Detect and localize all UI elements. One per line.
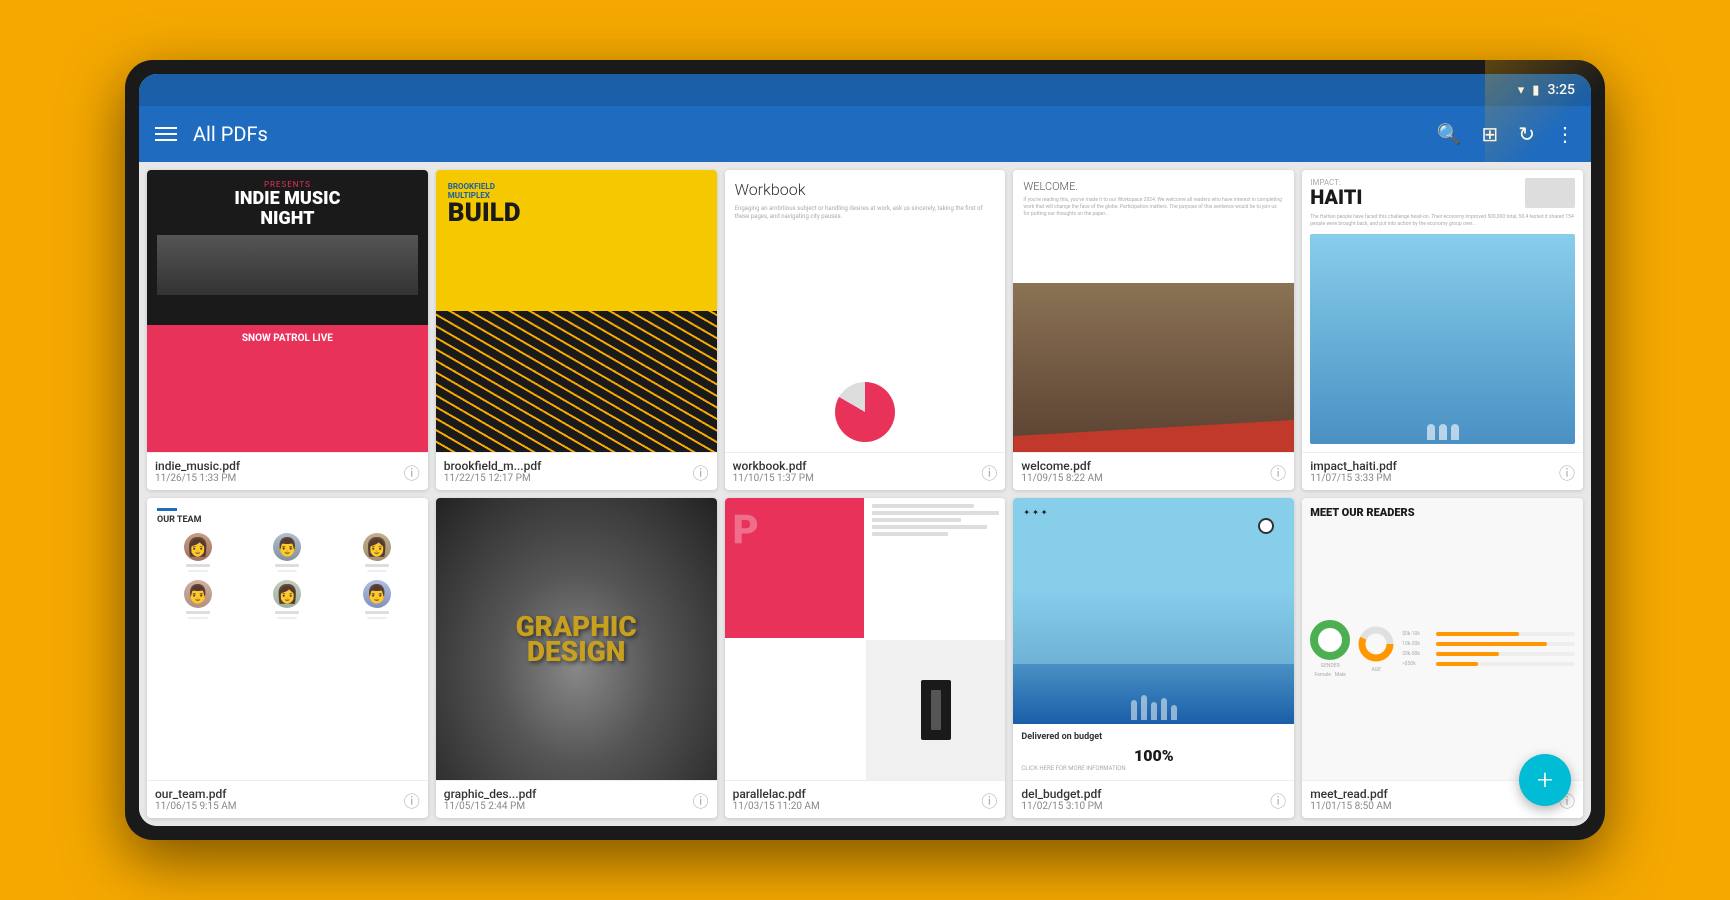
view-toggle-icon[interactable]: ⊞ <box>1481 122 1498 146</box>
age-donut: AGE <box>1356 624 1396 673</box>
info-icon-workbook[interactable]: ⓘ <box>981 460 997 484</box>
pdf-info-ourteam: our_team.pdf 11/06/15 9:15 AM ⓘ <box>147 780 428 818</box>
pdf-card-our-team[interactable]: OUR TEAM 👩 👨 <box>147 498 428 818</box>
pdf-name-indie: indie_music.pdf <box>155 459 400 473</box>
pdf-info-parallelac: parallelac.pdf 11/03/15 11:20 AM ⓘ <box>725 780 1006 818</box>
pdf-name-haiti: impact_haiti.pdf <box>1310 459 1555 473</box>
tablet-device: ▾ ▮ 3:25 All PDFs 🔍 ⊞ ↻ ⋮ <box>125 60 1605 840</box>
team-member-3: 👩 <box>336 533 418 572</box>
info-icon-haiti[interactable]: ⓘ <box>1559 460 1575 484</box>
pdf-thumbnail-budget: ✦ ✦ ✦ Delivered on budget 100% <box>1013 498 1294 780</box>
team-member-4: 👨 <box>157 580 239 619</box>
info-icon-ourteam[interactable]: ⓘ <box>404 788 420 812</box>
sync-icon[interactable]: ↻ <box>1518 122 1535 146</box>
pdf-info-brookfield: brookfield_m...pdf 11/22/15 12:17 PM ⓘ <box>436 452 717 490</box>
search-icon[interactable]: 🔍 <box>1437 122 1462 146</box>
pdf-thumbnail-haiti: IMPACT: HAITI The Haitian people have fa… <box>1302 170 1583 452</box>
info-icon-welcome[interactable]: ⓘ <box>1270 460 1286 484</box>
workbook-chart <box>835 382 895 442</box>
pdf-thumbnail-welcome: WELCOME. If you're reading this, you've … <box>1013 170 1294 452</box>
budget-image: ✦ ✦ ✦ <box>1013 498 1294 724</box>
pdf-name-welcome: welcome.pdf <box>1021 459 1266 473</box>
fab-plus-icon: + <box>1537 766 1553 794</box>
pdf-date-welcome: 11/09/15 8:22 AM <box>1021 473 1266 484</box>
pdf-thumbnail-magazine: P <box>725 498 1006 780</box>
pdf-info-indie: indie_music.pdf 11/26/15 1:33 PM ⓘ <box>147 452 428 490</box>
pdf-card-indie-music[interactable]: PRESENTS INDIE MUSICNIGHT SNOW PATROL LI… <box>147 170 428 490</box>
pdf-card-del-budget[interactable]: ✦ ✦ ✦ Delivered on budget 100% <box>1013 498 1294 818</box>
pdf-date-meetread: 11/01/15 8:50 AM <box>1310 801 1555 812</box>
pdf-date-graphic: 11/05/15 2:44 PM <box>444 801 689 812</box>
info-icon-budget[interactable]: ⓘ <box>1270 788 1286 812</box>
pdf-name-workbook: workbook.pdf <box>733 459 978 473</box>
pdf-card-graphic-design[interactable]: GRAPHICDESIGN graphic_des...pdf 11/05/15… <box>436 498 717 818</box>
info-icon-indie[interactable]: ⓘ <box>404 460 420 484</box>
pdf-card-parallelac[interactable]: P <box>725 498 1006 818</box>
toolbar-actions: 🔍 ⊞ ↻ ⋮ <box>1437 122 1575 146</box>
pdf-name-parallelac: parallelac.pdf <box>733 787 978 801</box>
toolbar-title: All PDFs <box>193 122 1421 146</box>
income-bars: $0k-10k 10k-20k <box>1402 631 1575 667</box>
pdf-card-impact-haiti[interactable]: IMPACT: HAITI The Haitian people have fa… <box>1302 170 1583 490</box>
wifi-icon: ▾ <box>1518 83 1525 98</box>
pdf-date-brookfield: 11/22/15 12:17 PM <box>444 473 689 484</box>
pdf-date-haiti: 11/07/15 3:33 PM <box>1310 473 1555 484</box>
pdf-thumbnail-workbook: Workbook Engaging an ambitious subject o… <box>725 170 1006 452</box>
pdf-thumbnail-meetread: MEET OUR READERS GENDER FemaleMale <box>1302 498 1583 780</box>
pdf-info-budget: del_budget.pdf 11/02/15 3:10 PM ⓘ <box>1013 780 1294 818</box>
pdf-card-workbook[interactable]: Workbook Engaging an ambitious subject o… <box>725 170 1006 490</box>
team-member-5: 👩 <box>247 580 329 619</box>
indie-image <box>157 235 418 295</box>
pdf-name-budget: del_budget.pdf <box>1021 787 1266 801</box>
welcome-image <box>1013 283 1294 452</box>
pdf-card-welcome[interactable]: WELCOME. If you're reading this, you've … <box>1013 170 1294 490</box>
pdf-text-indie: indie_music.pdf 11/26/15 1:33 PM <box>155 459 400 484</box>
pdf-info-haiti: impact_haiti.pdf 11/07/15 3:33 PM ⓘ <box>1302 452 1583 490</box>
pdf-name-ourteam: our_team.pdf <box>155 787 400 801</box>
team-member-6: 👨 <box>336 580 418 619</box>
pdf-date-indie: 11/26/15 1:33 PM <box>155 473 400 484</box>
pdf-card-brookfield[interactable]: BROOKFIELDMULTIPLEX BUILD brookfield_m..… <box>436 170 717 490</box>
more-options-icon[interactable]: ⋮ <box>1555 122 1575 146</box>
pdf-thumbnail-indie: PRESENTS INDIE MUSICNIGHT SNOW PATROL LI… <box>147 170 428 452</box>
pdf-date-parallelac: 11/03/15 11:20 AM <box>733 801 978 812</box>
battery-icon: ▮ <box>1532 83 1539 98</box>
pdf-name-brookfield: brookfield_m...pdf <box>444 459 689 473</box>
pdf-info-welcome: welcome.pdf 11/09/15 8:22 AM ⓘ <box>1013 452 1294 490</box>
ourteam-title-text: OUR TEAM <box>157 515 418 525</box>
haiti-map <box>1525 178 1575 208</box>
haiti-image <box>1310 234 1575 444</box>
ourteam-people-grid: 👩 👨 <box>157 533 418 619</box>
pdf-grid: PRESENTS INDIE MUSICNIGHT SNOW PATROL LI… <box>139 162 1591 826</box>
app-toolbar: All PDFs 🔍 ⊞ ↻ ⋮ <box>139 106 1591 162</box>
info-icon-graphic[interactable]: ⓘ <box>693 788 709 812</box>
pdf-name-meetread: meet_read.pdf <box>1310 787 1555 801</box>
team-member-1: 👩 <box>157 533 239 572</box>
info-icon-brookfield[interactable]: ⓘ <box>693 460 709 484</box>
menu-button[interactable] <box>155 127 177 141</box>
pdf-date-workbook: 11/10/15 1:37 PM <box>733 473 978 484</box>
pdf-date-ourteam: 11/06/15 9:15 AM <box>155 801 400 812</box>
status-time: 3:25 <box>1547 82 1575 98</box>
gender-donut: GENDER FemaleMale <box>1310 620 1350 678</box>
pdf-info-workbook: workbook.pdf 11/10/15 1:37 PM ⓘ <box>725 452 1006 490</box>
pdf-name-graphic: graphic_des...pdf <box>444 787 689 801</box>
fab-add-button[interactable]: + <box>1519 754 1571 806</box>
pdf-thumbnail-brookfield: BROOKFIELDMULTIPLEX BUILD <box>436 170 717 452</box>
info-icon-parallelac[interactable]: ⓘ <box>981 788 997 812</box>
pdf-thumbnail-graphic: GRAPHICDESIGN <box>436 498 717 780</box>
pdf-date-budget: 11/02/15 3:10 PM <box>1021 801 1266 812</box>
tablet-screen: ▾ ▮ 3:25 All PDFs 🔍 ⊞ ↻ ⋮ <box>139 74 1591 826</box>
team-member-2: 👨 <box>247 533 329 572</box>
pdf-info-graphic: graphic_des...pdf 11/05/15 2:44 PM ⓘ <box>436 780 717 818</box>
status-bar: ▾ ▮ 3:25 <box>139 74 1591 106</box>
pdf-thumbnail-ourteam: OUR TEAM 👩 👨 <box>147 498 428 780</box>
